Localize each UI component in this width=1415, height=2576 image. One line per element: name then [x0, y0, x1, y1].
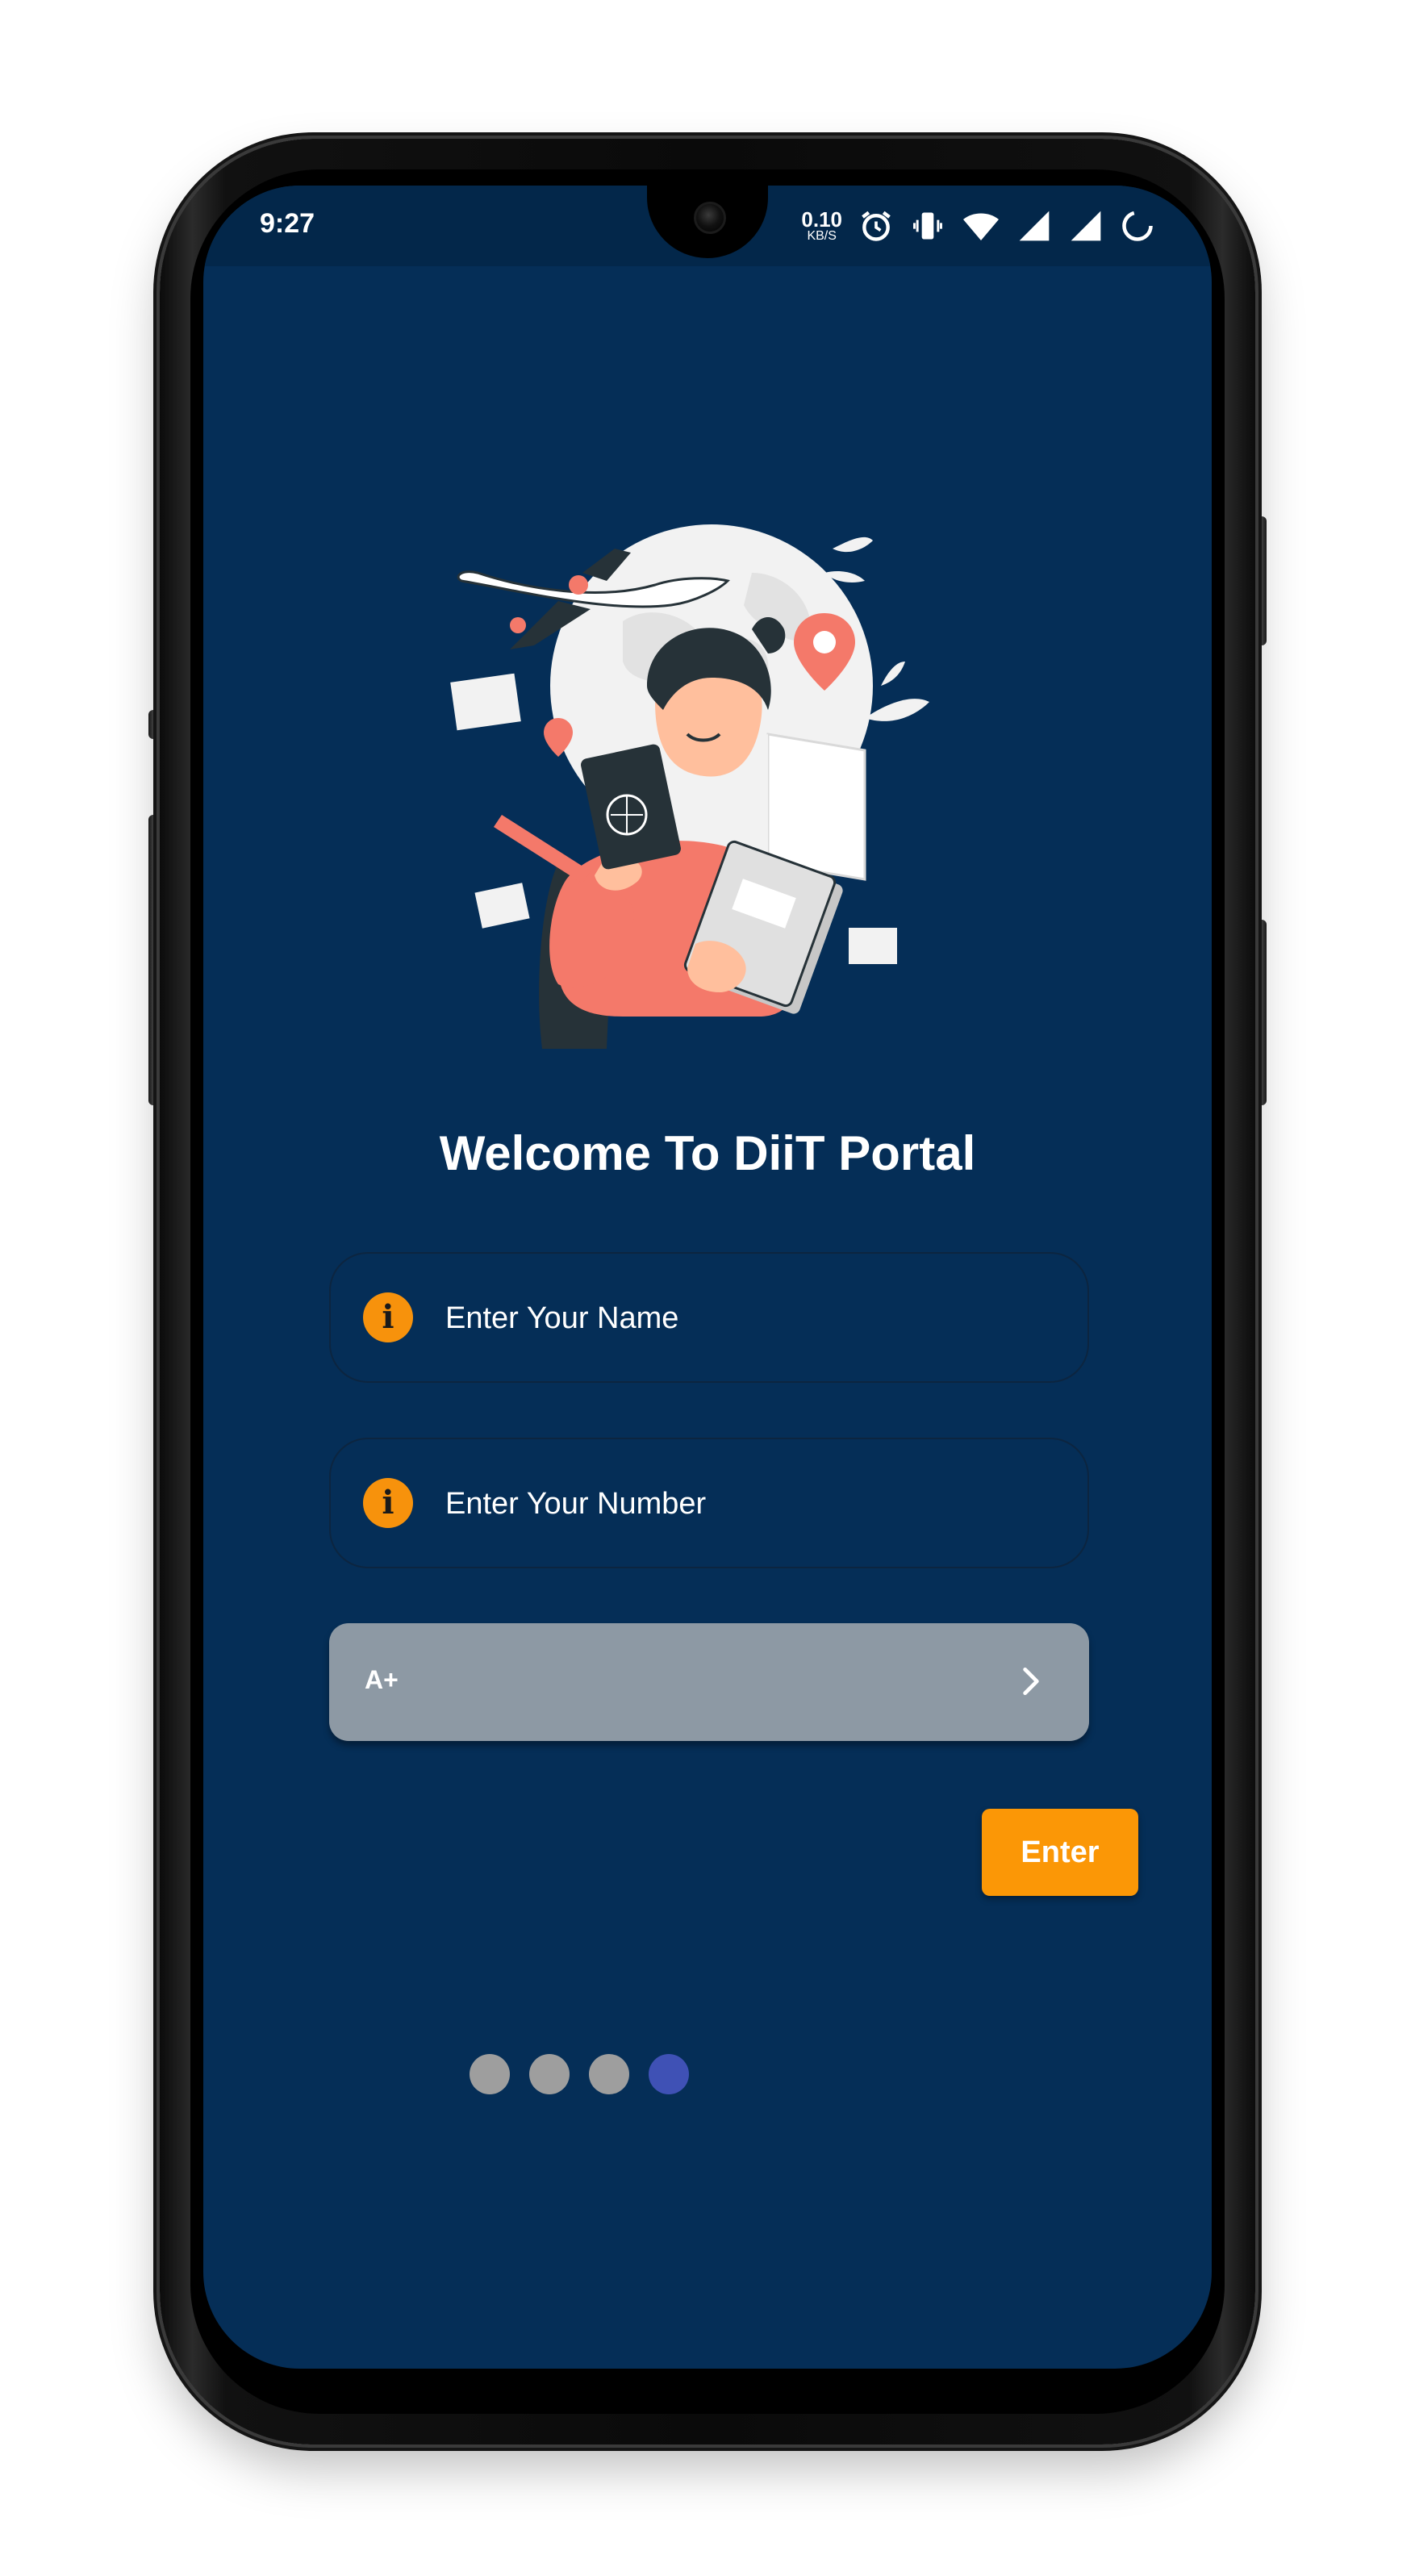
page-dot-active[interactable] — [649, 2054, 689, 2094]
page-dot[interactable] — [470, 2054, 510, 2094]
info-icon: i — [363, 1292, 413, 1342]
front-camera — [694, 202, 726, 234]
cellular-signal-icon — [1016, 208, 1052, 244]
wifi-icon — [962, 208, 1000, 244]
enter-button[interactable]: Enter — [982, 1809, 1138, 1896]
page-dot[interactable] — [529, 2054, 570, 2094]
power-button — [1254, 516, 1267, 645]
page-indicator — [470, 2054, 689, 2094]
battery-charging-icon — [1120, 208, 1155, 244]
grade-selected-value: A+ — [365, 1665, 399, 1694]
status-time: 9:27 — [260, 208, 315, 239]
name-input[interactable] — [444, 1254, 1055, 1383]
student-travel-illustration — [445, 524, 970, 1089]
number-field[interactable]: i — [329, 1438, 1089, 1568]
page-dot[interactable] — [589, 2054, 629, 2094]
vibrate-icon — [910, 208, 945, 244]
network-speed: 0.10 KB/S — [801, 209, 842, 243]
cellular-signal-icon — [1068, 208, 1104, 244]
number-input[interactable] — [444, 1439, 1055, 1568]
app-screen: 9:27 0.10 KB/S Welcome To DiiT Portal i … — [203, 186, 1212, 2369]
chevron-right-icon — [1023, 1667, 1039, 1696]
name-field[interactable]: i — [329, 1252, 1089, 1383]
network-speed-unit: KB/S — [807, 229, 837, 243]
grade-dropdown[interactable]: A+ — [329, 1623, 1089, 1741]
device-mockup: 9:27 0.10 KB/S Welcome To DiiT Portal i … — [0, 0, 1415, 2576]
network-speed-value: 0.10 — [801, 207, 842, 232]
volume-button — [1254, 920, 1267, 1105]
page-title: Welcome To DiiT Portal — [439, 1126, 976, 1180]
info-icon: i — [363, 1478, 413, 1528]
status-icons: 0.10 KB/S — [801, 202, 1155, 250]
alarm-icon — [858, 208, 894, 244]
